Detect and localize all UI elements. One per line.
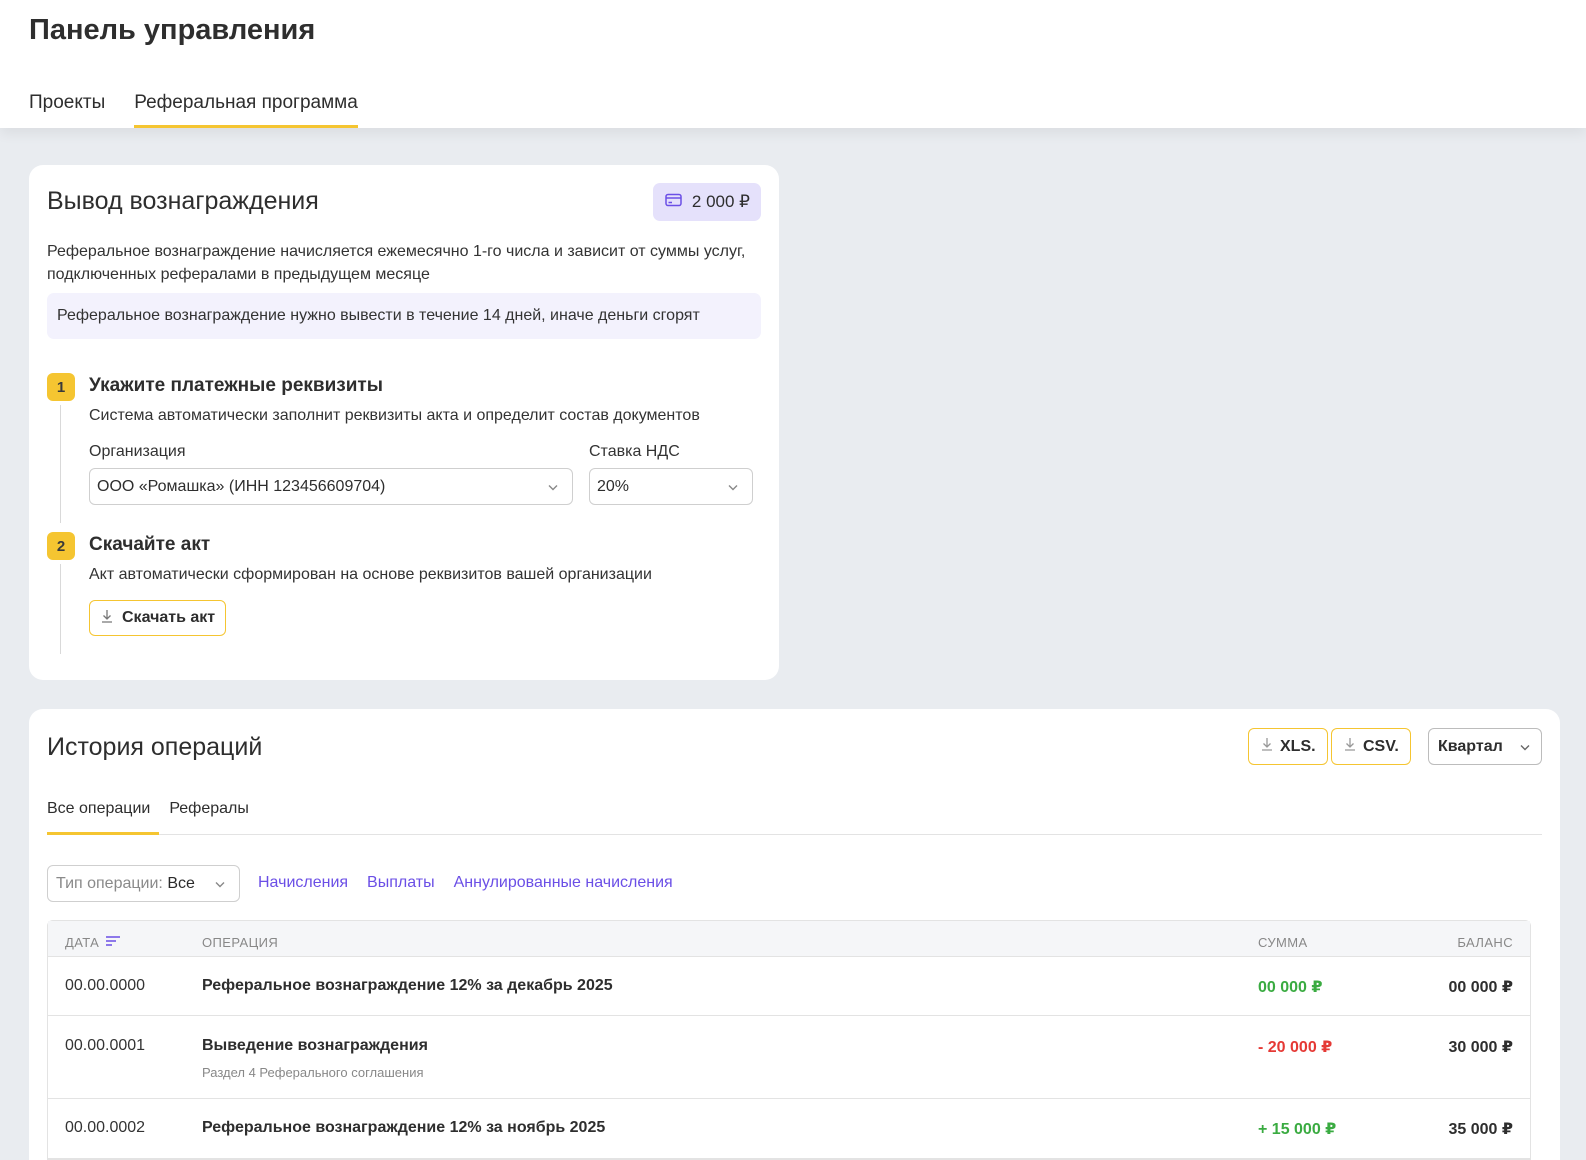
column-date-label: ДАТА bbox=[65, 935, 100, 950]
row-operation: Выведение вознаграждения bbox=[202, 1037, 428, 1054]
step-2-number: 2 bbox=[47, 532, 75, 560]
vat-select-value: 20% bbox=[597, 477, 630, 495]
history-tabs: Все операции Рефералы bbox=[47, 799, 1542, 835]
balance-amount: 2 000 ₽ bbox=[691, 192, 750, 211]
row-balance: 30 000 ₽ bbox=[1448, 1039, 1513, 1056]
withdraw-notice: Реферальное вознаграждение нужно вывести… bbox=[47, 293, 761, 339]
balance-badge: 2 000 ₽ bbox=[652, 183, 761, 221]
row-operation-sub: Раздел 4 Реферального соглашения bbox=[202, 1065, 424, 1080]
org-label: Организация bbox=[89, 443, 186, 460]
table-row[interactable]: 00.00.0001 Выведение вознаграждения Разд… bbox=[48, 1016, 1530, 1099]
org-select-value: ООО «Ромашка» (ИНН 123456609704) bbox=[97, 477, 386, 495]
tab-projects[interactable]: Проекты bbox=[29, 92, 105, 128]
row-sum: + 15 000 ₽ bbox=[1258, 1121, 1337, 1138]
column-balance: БАЛАНС bbox=[1457, 935, 1513, 950]
download-icon bbox=[100, 608, 114, 629]
history-card: История операций XLS. CSV. Квартал Все о… bbox=[29, 709, 1560, 1160]
step-1-title: Укажите платежные реквизиты bbox=[89, 375, 383, 396]
export-xls-label: XLS. bbox=[1280, 737, 1316, 755]
download-act-label: Скачать акт bbox=[122, 609, 216, 626]
filter-link-cancelled[interactable]: Аннулированные начисления bbox=[454, 874, 673, 892]
table-row[interactable]: 00.00.0002 Реферальное вознаграждение 12… bbox=[48, 1099, 1530, 1159]
withdraw-description: Реферальное вознаграждение начисляется е… bbox=[47, 243, 746, 283]
history-title: История операций bbox=[47, 733, 263, 761]
column-date[interactable]: ДАТА bbox=[65, 935, 121, 950]
tab-referral-program[interactable]: Реферальная программа bbox=[134, 92, 358, 128]
card-icon bbox=[665, 192, 682, 212]
row-balance: 35 000 ₽ bbox=[1448, 1121, 1513, 1138]
table-header: ДАТА ОПЕРАЦИЯ СУММА БАЛАНС bbox=[48, 921, 1530, 957]
operation-type-value: Все bbox=[167, 874, 195, 892]
filter-link-payouts[interactable]: Выплаты bbox=[367, 874, 435, 892]
chevron-down-icon bbox=[1518, 740, 1532, 754]
filter-link-accruals[interactable]: Начисления bbox=[258, 874, 348, 892]
operation-type-label: Тип операции: bbox=[56, 874, 163, 892]
row-sum: - 20 000 ₽ bbox=[1258, 1039, 1333, 1056]
table-row[interactable]: 00.00.0000 Реферальное вознаграждение 12… bbox=[48, 957, 1530, 1016]
vat-select[interactable]: 20% bbox=[589, 468, 753, 505]
export-csv-button[interactable]: CSV. bbox=[1331, 728, 1411, 765]
row-balance: 00 000 ₽ bbox=[1448, 979, 1513, 996]
tab-all-operations[interactable]: Все операции bbox=[47, 799, 160, 835]
page-title: Панель управления bbox=[29, 14, 316, 46]
row-operation: Реферальное вознаграждение 12% за ноябрь… bbox=[202, 1119, 606, 1136]
org-select[interactable]: ООО «Ромашка» (ИНН 123456609704) bbox=[89, 468, 573, 505]
download-icon bbox=[1343, 736, 1357, 757]
column-sum: СУММА bbox=[1258, 935, 1308, 950]
operations-table: ДАТА ОПЕРАЦИЯ СУММА БАЛАНС 00.00.0000 Ре… bbox=[47, 920, 1531, 1160]
row-date: 00.00.0000 bbox=[65, 977, 146, 994]
sort-icon bbox=[105, 935, 121, 950]
chevron-down-icon bbox=[546, 480, 560, 494]
row-operation: Реферальное вознаграждение 12% за декабр… bbox=[202, 977, 613, 994]
withdraw-notice-text: Реферальное вознаграждение нужно вывести… bbox=[57, 307, 700, 324]
export-csv-label: CSV. bbox=[1363, 737, 1399, 755]
period-select-value: Квартал bbox=[1438, 737, 1503, 755]
export-xls-button[interactable]: XLS. bbox=[1248, 728, 1328, 765]
step-2-title: Скачайте акт bbox=[89, 534, 211, 555]
page-header: Панель управления Проекты Реферальная пр… bbox=[0, 0, 1586, 128]
download-icon bbox=[1260, 736, 1274, 757]
chevron-down-icon bbox=[726, 480, 740, 494]
step-2-line bbox=[60, 564, 61, 654]
tab-referrals[interactable]: Рефералы bbox=[159, 799, 258, 835]
withdraw-card: Вывод вознаграждения 2 000 ₽ Реферальное… bbox=[29, 165, 779, 680]
step-1-subtitle: Система автоматически заполнит реквизиты… bbox=[89, 407, 700, 424]
row-sum: 00 000 ₽ bbox=[1258, 979, 1323, 996]
main-tabs: Проекты Реферальная программа bbox=[29, 92, 358, 128]
operation-type-text: Тип операции: Все bbox=[56, 875, 195, 893]
vat-label: Ставка НДС bbox=[589, 443, 680, 460]
step-2-subtitle: Акт автоматически сформирован на основе … bbox=[89, 566, 652, 583]
operation-type-select[interactable]: Тип операции: Все bbox=[47, 865, 240, 902]
chevron-down-icon bbox=[213, 877, 227, 891]
row-date: 00.00.0002 bbox=[65, 1119, 146, 1136]
withdraw-title: Вывод вознаграждения bbox=[47, 187, 319, 215]
period-select[interactable]: Квартал bbox=[1428, 728, 1542, 765]
step-1-number: 1 bbox=[47, 373, 75, 401]
column-operation: ОПЕРАЦИЯ bbox=[202, 935, 279, 950]
filter-links: Начисления Выплаты Аннулированные начисл… bbox=[258, 874, 673, 892]
row-date: 00.00.0001 bbox=[65, 1037, 146, 1054]
download-act-button[interactable]: Скачать акт bbox=[89, 600, 227, 636]
step-1-line bbox=[60, 405, 61, 523]
